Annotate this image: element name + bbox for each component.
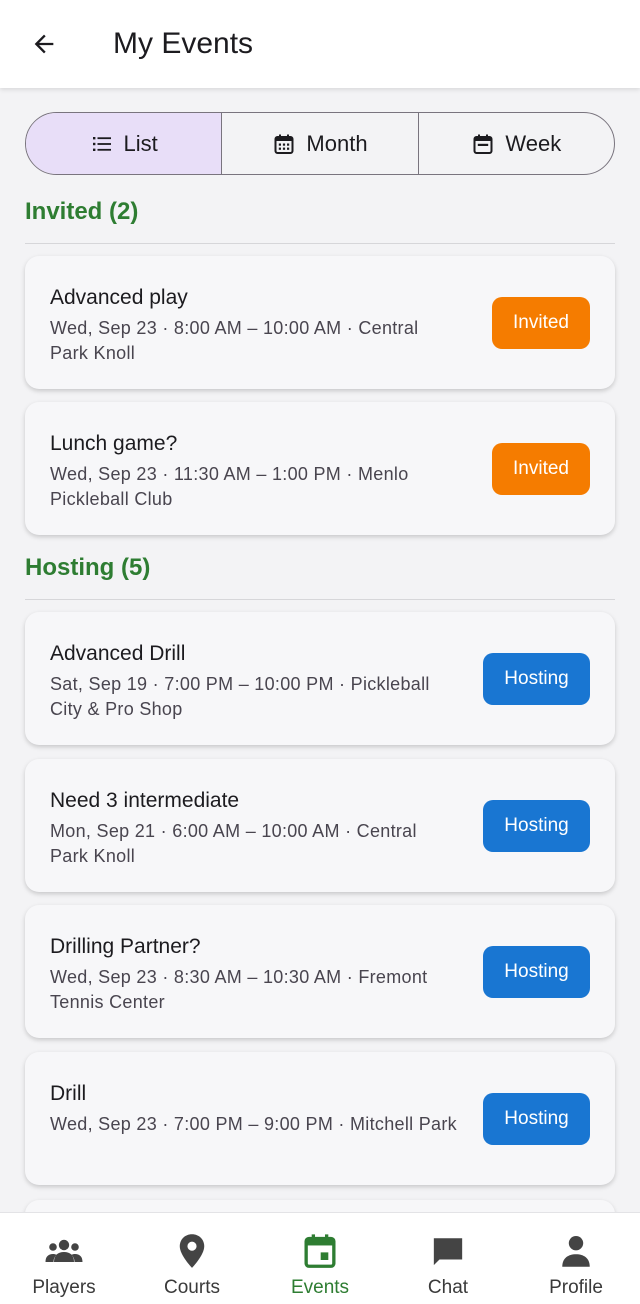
view-toggle: List Month Week — [25, 112, 615, 175]
nav-chat-label: Chat — [427, 1277, 469, 1298]
event-card[interactable]: Advanced play Wed, Sep 23 · 8:00 AM – 10… — [25, 256, 615, 389]
events-list-content: List Month Week Invited (2) Advanced pla… — [0, 88, 640, 1212]
nav-events[interactable]: Events — [256, 1213, 384, 1304]
status-badge[interactable]: Hosting — [483, 653, 590, 705]
toggle-month-button[interactable]: Month — [222, 113, 419, 174]
list-icon — [92, 136, 111, 151]
section-header-hosting: Hosting (5) — [25, 554, 151, 581]
location-pin-icon — [179, 1234, 205, 1268]
event-card[interactable]: Advanced Drill Sat, Sep 19 · 7:00 PM – 1… — [25, 612, 615, 745]
toggle-month-label: Month — [306, 130, 368, 156]
nav-players[interactable]: Players — [0, 1213, 128, 1304]
toggle-list-label: List — [123, 130, 158, 156]
status-badge[interactable]: Hosting — [483, 1093, 590, 1145]
nav-profile-label: Profile — [549, 1277, 603, 1298]
nav-profile[interactable]: Profile — [512, 1213, 640, 1304]
event-details: Sat, Sep 19 · 7:00 PM – 10:00 PM · Pickl… — [50, 674, 430, 719]
nav-chat[interactable]: Chat — [384, 1213, 512, 1304]
nav-players-label: Players — [32, 1277, 96, 1298]
event-title: Lunch game? — [50, 432, 178, 455]
back-button[interactable] — [22, 22, 66, 66]
event-card[interactable]: Drill Wed, Sep 23 · 7:00 PM – 9:00 PM · … — [25, 1052, 615, 1185]
event-details: Wed, Sep 23 · 11:30 AM – 1:00 PM · Menlo… — [50, 464, 409, 509]
event-card-partial[interactable] — [25, 1200, 615, 1212]
person-icon — [562, 1235, 590, 1267]
toggle-week-button[interactable]: Week — [419, 113, 614, 174]
calendar-month-icon — [274, 134, 294, 154]
status-badge[interactable]: Hosting — [483, 946, 590, 998]
event-details: Mon, Sep 21 · 6:00 AM – 10:00 AM · Centr… — [50, 821, 417, 866]
section-divider — [25, 599, 615, 600]
event-card[interactable]: Need 3 intermediate Mon, Sep 21 · 6:00 A… — [25, 759, 615, 892]
status-badge[interactable]: Invited — [492, 297, 590, 349]
event-card[interactable]: Lunch game? Wed, Sep 23 · 11:30 AM – 1:0… — [25, 402, 615, 535]
chat-icon — [433, 1238, 463, 1266]
toggle-list-button[interactable]: List — [26, 113, 223, 174]
status-badge[interactable]: Invited — [492, 443, 590, 495]
event-title: Drill — [50, 1082, 87, 1105]
arrow-back-icon — [34, 34, 54, 54]
nav-courts[interactable]: Courts — [128, 1213, 256, 1304]
bottom-nav: Players Courts Events Chat Profile — [0, 1212, 640, 1304]
event-title: Advanced play — [50, 286, 188, 309]
calendar-week-icon — [473, 134, 493, 154]
event-title: Need 3 intermediate — [50, 789, 240, 812]
event-title: Drilling Partner? — [50, 935, 201, 958]
people-icon — [45, 1239, 83, 1262]
section-divider — [25, 243, 615, 244]
event-icon — [304, 1234, 336, 1268]
event-details: Wed, Sep 23 · 8:30 AM – 10:30 AM · Fremo… — [50, 967, 428, 1012]
status-badge[interactable]: Hosting — [483, 800, 590, 852]
nav-courts-label: Courts — [164, 1277, 220, 1298]
event-details: Wed, Sep 23 · 8:00 AM – 10:00 AM · Centr… — [50, 318, 419, 363]
app-bar: My Events — [0, 0, 640, 88]
event-card[interactable]: Drilling Partner? Wed, Sep 23 · 8:30 AM … — [25, 905, 615, 1038]
section-header-invited: Invited (2) — [25, 198, 139, 225]
toggle-week-label: Week — [505, 130, 562, 156]
nav-events-label: Events — [290, 1277, 350, 1298]
event-title: Advanced Drill — [50, 642, 186, 665]
page-title: My Events — [113, 27, 254, 60]
event-details: Wed, Sep 23 · 7:00 PM – 9:00 PM · Mitche… — [50, 1114, 457, 1134]
